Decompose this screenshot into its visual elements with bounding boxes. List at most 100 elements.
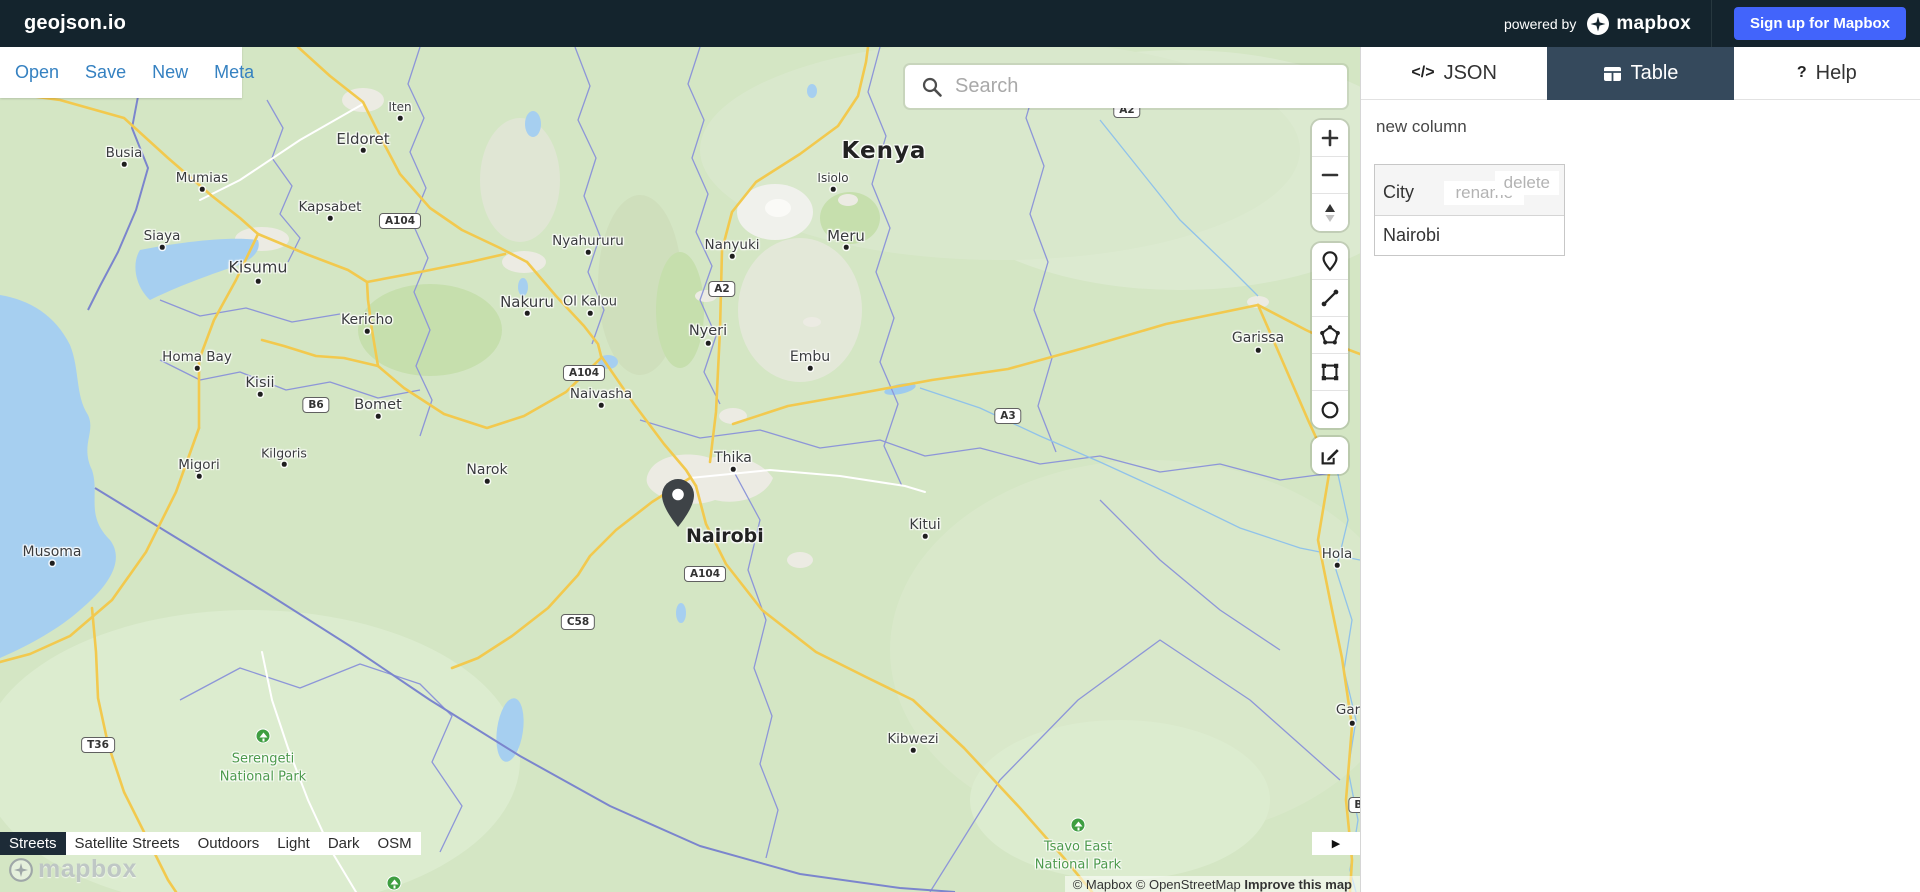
map-town-dot <box>706 341 711 346</box>
table-column-header: City delete rename <box>1375 165 1564 215</box>
road-shield: B8 <box>1348 797 1360 813</box>
park-icon <box>1071 818 1086 833</box>
menu-open[interactable]: Open <box>15 62 59 83</box>
compass-button[interactable] <box>1312 194 1348 231</box>
map-town-label: Kisii <box>245 375 274 391</box>
map-country-label: Kenya <box>842 138 927 164</box>
style-option-osm[interactable]: OSM <box>369 832 421 855</box>
top-bar: geojson.io powered by mapbox Sign up for… <box>0 0 1920 47</box>
map-city-label: Nairobi <box>686 525 764 547</box>
map-town-label: Iten <box>388 100 411 114</box>
file-menu: Open Save New Meta <box>0 47 242 98</box>
road-shield: A104 <box>684 566 726 582</box>
zoom-out-button[interactable] <box>1312 157 1348 194</box>
draw-line-tool[interactable] <box>1312 280 1348 317</box>
draw-circle-tool[interactable] <box>1312 391 1348 428</box>
delete-column-button[interactable]: delete <box>1495 171 1559 195</box>
search-input[interactable] <box>955 75 1347 98</box>
map-town-dot <box>599 403 604 408</box>
topbar-right-cluster: powered by mapbox Sign up for Mapbox <box>1504 0 1906 47</box>
map-town-label: Meru <box>827 227 865 245</box>
mapbox-logo-icon <box>1586 12 1610 36</box>
map-town-label: Nakuru <box>500 293 554 311</box>
map-town-label: Migori <box>178 457 220 473</box>
map-town-label: Busia <box>106 145 143 161</box>
map-town-dot <box>160 245 165 250</box>
plus-icon <box>1321 129 1339 147</box>
map-town-label: Kisumu <box>228 258 287 277</box>
style-option-dark[interactable]: Dark <box>319 832 369 855</box>
menu-new[interactable]: New <box>152 62 188 83</box>
map-town-dot <box>923 534 928 539</box>
draw-marker-tool[interactable] <box>1312 243 1348 280</box>
circle-tool-icon <box>1319 399 1341 421</box>
draw-polygon-tool[interactable] <box>1312 317 1348 354</box>
map-town-dot <box>376 414 381 419</box>
tab-help[interactable]: ? Help <box>1734 47 1920 100</box>
map-town-label: Ol Kalou <box>563 295 617 310</box>
attribution-collapse-button[interactable]: ▶ <box>1312 832 1360 855</box>
road-shield: A104 <box>379 213 421 229</box>
map-town-label: Musoma <box>22 544 81 560</box>
attribution-mapbox-link[interactable]: © Mapbox <box>1073 877 1132 892</box>
map-canvas[interactable]: Kenya BusiaMumiasEldoretItenKapsabetSiay… <box>0 47 1360 892</box>
map-town-dot <box>730 254 735 259</box>
map-town-dot <box>328 216 333 221</box>
column-name[interactable]: City <box>1383 182 1414 202</box>
map-town-dot <box>258 392 263 397</box>
mapbox-logo-text: mapbox <box>1616 13 1691 35</box>
zoom-controls <box>1312 120 1348 231</box>
basemap-style-switcher: StreetsSatellite StreetsOutdoorsLightDar… <box>0 832 421 855</box>
edit-tool-group <box>1312 437 1348 474</box>
map-town-label: Embu <box>790 349 830 365</box>
map-town-label: Nanyuki <box>704 237 759 253</box>
edit-features-button[interactable] <box>1312 437 1348 474</box>
map-town-dot <box>365 329 370 334</box>
map-town-label: Bomet <box>354 397 402 413</box>
tab-json[interactable]: </> JSON <box>1361 47 1547 100</box>
map-town-dot <box>831 187 836 192</box>
style-option-outdoors[interactable]: Outdoors <box>189 832 269 855</box>
signup-mapbox-button[interactable]: Sign up for Mapbox <box>1734 7 1906 40</box>
tab-table[interactable]: Table <box>1547 47 1733 100</box>
map-town-label: Kilgoris <box>261 446 307 461</box>
draw-tools <box>1312 243 1348 428</box>
line-tool-icon <box>1319 287 1341 309</box>
question-icon: ? <box>1797 64 1807 82</box>
draw-rectangle-tool[interactable] <box>1312 354 1348 391</box>
tab-table-label: Table <box>1631 62 1679 85</box>
map-town-dot <box>122 162 127 167</box>
map-town-label: Nyahururu <box>552 233 624 249</box>
road-shield: A104 <box>563 365 605 381</box>
tab-json-label: JSON <box>1444 62 1497 85</box>
map-town-dot <box>485 479 490 484</box>
map-town-dot <box>282 462 287 467</box>
topbar-divider <box>1711 0 1712 47</box>
road-shield: A2 <box>708 281 735 297</box>
map-town-dot <box>361 148 366 153</box>
style-option-satellite-streets[interactable]: Satellite Streets <box>66 832 189 855</box>
table-cell-value[interactable]: Nairobi <box>1375 215 1564 255</box>
menu-meta[interactable]: Meta <box>214 62 254 83</box>
zoom-in-button[interactable] <box>1312 120 1348 157</box>
map-town-dot <box>588 311 593 316</box>
style-option-light[interactable]: Light <box>268 832 319 855</box>
map-town-dot <box>911 748 916 753</box>
new-column-button[interactable]: new column <box>1376 117 1467 137</box>
map-town-dot <box>1350 721 1355 726</box>
map-town-label: Kericho <box>341 312 393 328</box>
map-town-dot <box>525 311 530 316</box>
map-town-label: Narok <box>466 462 507 478</box>
map-town-dot <box>50 561 55 566</box>
style-option-streets[interactable]: Streets <box>0 832 66 855</box>
attribution-osm-link[interactable]: © OpenStreetMap <box>1136 877 1241 892</box>
map-town-label: Siaya <box>144 228 181 244</box>
park-label: SerengetiNational Park <box>220 750 306 785</box>
park-icon <box>387 876 402 891</box>
panel-tabs: </> JSON Table ? Help <box>1361 47 1920 100</box>
menu-save[interactable]: Save <box>85 62 126 83</box>
map-town-label: Garsen <box>1336 702 1360 718</box>
map-marker-pin[interactable] <box>659 477 697 529</box>
attribution-improve-link[interactable]: Improve this map <box>1244 877 1352 892</box>
map-town-label: Eldoret <box>336 130 389 148</box>
